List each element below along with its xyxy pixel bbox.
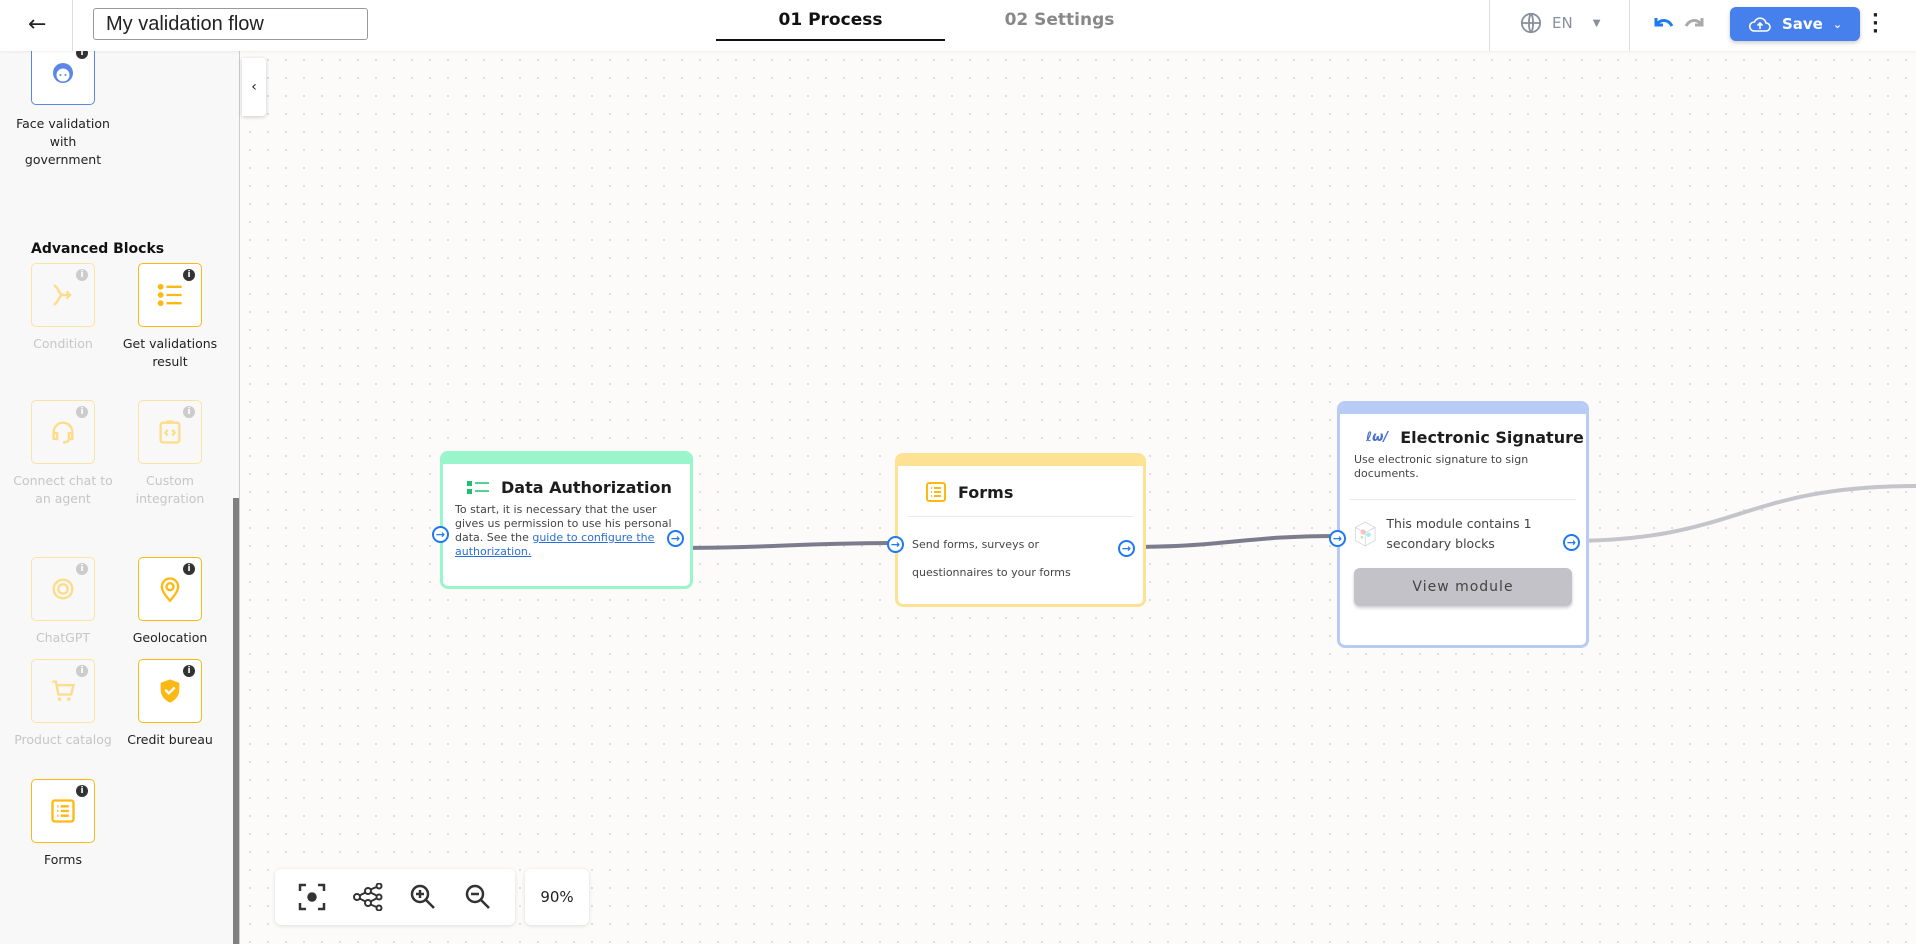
node-description: Use electronic signature to sign documen…	[1354, 453, 1529, 480]
checklist-icon	[467, 480, 489, 494]
input-port[interactable]: →	[432, 526, 449, 543]
chevron-left-icon: ‹	[251, 79, 257, 95]
divider	[1629, 0, 1630, 51]
canvas-controls	[275, 869, 515, 925]
back-arrow-icon[interactable]: ←	[28, 12, 46, 37]
module-info-text: This module contains 1 secondary blocks	[1386, 516, 1532, 551]
node-title: Electronic Signature	[1400, 428, 1584, 447]
active-tab-indicator	[716, 39, 945, 41]
collapse-sidebar-button[interactable]: ‹	[242, 58, 266, 116]
node-title: Forms	[958, 482, 1014, 502]
cloud-upload-icon	[1748, 17, 1771, 32]
node-description: Send forms, surveys or questionnaires to…	[912, 538, 1071, 579]
top-bar: ← 01 Process 02 Settings EN ▼ Save ⌄ ···	[0, 0, 1916, 51]
undo-icon[interactable]	[1652, 14, 1676, 34]
output-port[interactable]: →	[1563, 534, 1580, 551]
divider	[72, 0, 73, 51]
chevron-down-icon: ⌄	[1832, 17, 1843, 31]
view-module-button[interactable]: View module	[1354, 568, 1572, 606]
output-port[interactable]: →	[667, 530, 684, 547]
input-port[interactable]: →	[887, 536, 904, 553]
redo-icon[interactable]	[1682, 14, 1706, 34]
save-label: Save	[1781, 15, 1823, 33]
flow-title-input[interactable]	[93, 8, 368, 40]
zoom-in-icon[interactable]	[409, 883, 437, 911]
node-header-band	[898, 456, 1143, 466]
input-port[interactable]: →	[1329, 530, 1346, 547]
node-title: Data Authorization	[501, 478, 672, 497]
auto-layout-icon[interactable]	[352, 883, 383, 911]
more-options-icon[interactable]: · · ·	[1872, 7, 1879, 41]
language-label: EN	[1552, 14, 1573, 32]
divider	[1489, 0, 1490, 51]
node-header-band	[443, 454, 690, 464]
node-data-authorization[interactable]: Data Authorization To start, it is neces…	[432, 451, 693, 589]
node-forms[interactable]: Forms Send forms, surveys or questionnai…	[887, 453, 1146, 607]
module-cube-icon	[1354, 521, 1376, 547]
output-port[interactable]: →	[1118, 540, 1135, 557]
caret-down-icon: ▼	[1592, 17, 1601, 29]
edge-auth-forms	[671, 541, 898, 550]
form-list-icon	[926, 482, 946, 502]
node-description: To start, it is necessary that the user …	[443, 503, 690, 559]
zoom-level: 90%	[525, 869, 589, 925]
focus-center-icon[interactable]	[298, 883, 326, 911]
edge-esign-next	[1566, 484, 1916, 543]
node-header-band	[1340, 404, 1586, 414]
zoom-out-icon[interactable]	[464, 883, 492, 911]
node-electronic-signature[interactable]: ℓω/ Electronic Signature Use electronic …	[1329, 401, 1589, 648]
signature-icon: ℓω/	[1366, 430, 1389, 445]
language-selector[interactable]: EN ▼	[1520, 12, 1600, 34]
save-button[interactable]: Save ⌄	[1730, 7, 1860, 41]
tab-settings[interactable]: 02 Settings	[945, 10, 1174, 30]
tab-process[interactable]: 01 Process	[716, 10, 945, 30]
globe-icon	[1520, 12, 1542, 34]
edge-forms-esign	[1124, 534, 1340, 549]
